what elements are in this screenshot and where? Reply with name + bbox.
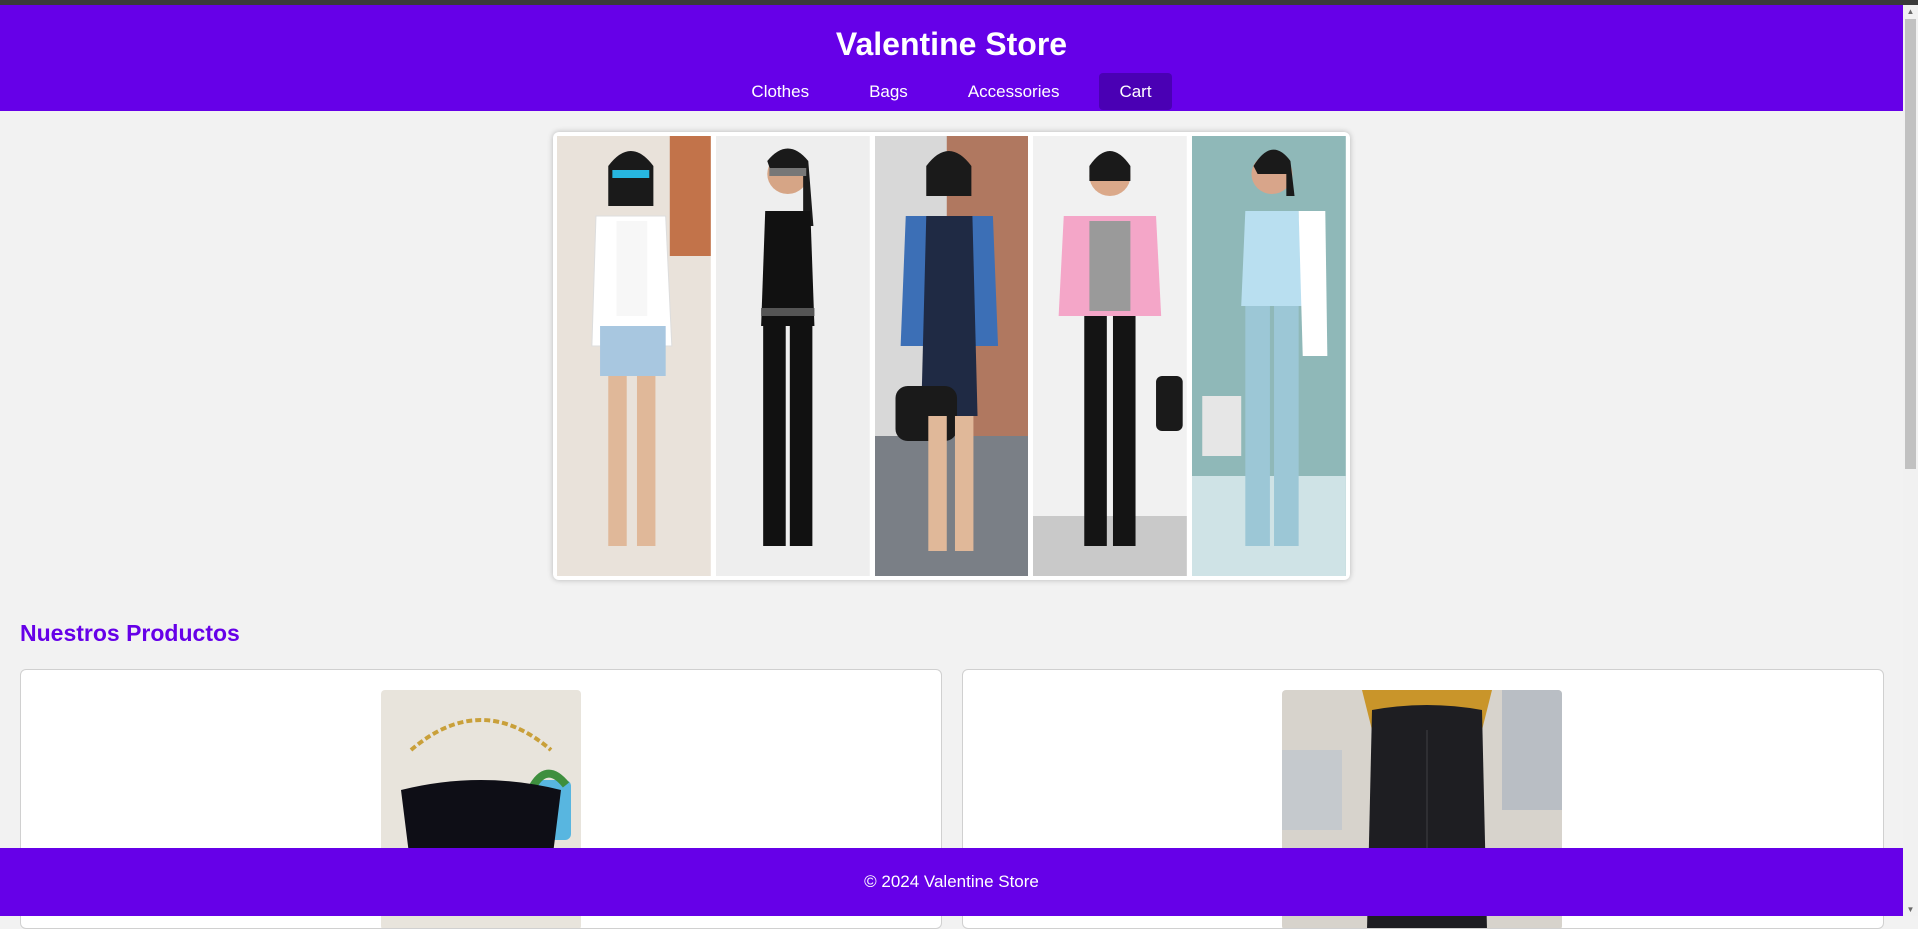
hero-banner: [553, 132, 1350, 580]
hero-image-4: [1033, 136, 1188, 576]
nav-clothes[interactable]: Clothes: [731, 73, 829, 110]
products-section-title: Nuestros Productos: [20, 620, 240, 646]
scroll-down-arrow-icon[interactable]: ▼: [1906, 905, 1915, 914]
hero-image-5: [1192, 136, 1346, 576]
main-nav: Clothes Bags Accessories Cart: [0, 73, 1903, 110]
hero-image-3: [874, 136, 1029, 576]
nav-accessories[interactable]: Accessories: [948, 73, 1080, 110]
nav-bags[interactable]: Bags: [849, 73, 928, 110]
hero-image-1: [557, 136, 711, 576]
site-header: Valentine Store Clothes Bags Accessories…: [0, 5, 1903, 111]
site-title: Valentine Store: [835, 26, 1068, 62]
hero-image-2: [715, 136, 870, 576]
scroll-up-arrow-icon[interactable]: ▲: [1906, 7, 1915, 16]
scrollbar-thumb[interactable]: [1905, 19, 1916, 469]
nav-cart[interactable]: Cart: [1099, 73, 1172, 110]
vertical-scrollbar[interactable]: ▲ ▼: [1903, 5, 1918, 916]
footer-copyright: © 2024 Valentine Store: [864, 872, 1039, 891]
site-footer: © 2024 Valentine Store: [0, 848, 1903, 916]
